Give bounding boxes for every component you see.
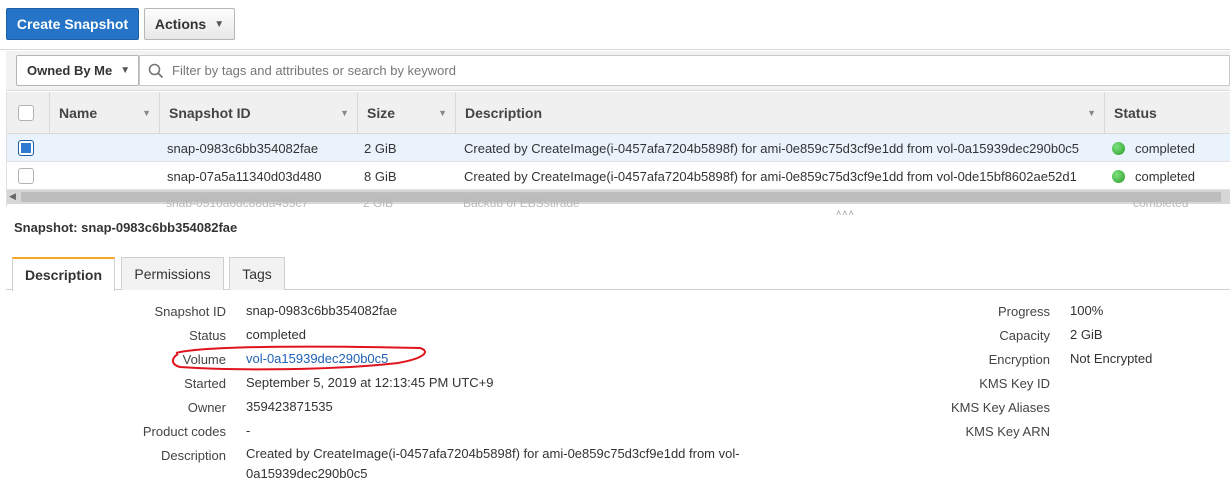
actions-button[interactable]: Actions ▼ [144, 8, 235, 40]
filter-bar: Owned By Me ▼ [6, 51, 1230, 91]
value-product-codes: - [246, 423, 251, 438]
label-status: Status [189, 328, 226, 343]
chevron-down-icon: ▼ [120, 65, 131, 76]
row-checkbox[interactable] [18, 140, 34, 156]
status-text: completed [1135, 168, 1195, 184]
row-checkbox[interactable] [18, 168, 34, 184]
label-kms-key-aliases: KMS Key Aliases [951, 400, 1050, 415]
label-description: Description [160, 448, 226, 463]
search-input[interactable] [172, 56, 1229, 85]
value-snapshot-id: snap-0983c6bb354082fae [246, 303, 398, 318]
volume-link[interactable]: vol-0a15939dec290b0c5 [246, 351, 388, 366]
cell-status: completed [1112, 134, 1195, 162]
cell-status: completed [1133, 196, 1189, 207]
cell-snapshot-id: snap-0983c6bb354082fae [167, 140, 319, 156]
actions-label: Actions [154, 16, 207, 32]
owned-by-me-dropdown[interactable]: Owned By Me ▼ [16, 55, 139, 86]
value-status: completed [246, 327, 306, 342]
snapshots-table: Name ▼ Snapshot ID ▼ Size ▼ Description ▼ St… [6, 92, 1230, 207]
column-header-status[interactable]: Status [1104, 92, 1230, 134]
sort-icon: ▼ [438, 108, 447, 118]
value-owner: 359423871535 [246, 399, 333, 414]
column-header-name[interactable]: Name ▼ [49, 92, 159, 134]
label-volume: Volume [182, 352, 226, 367]
cell-snapshot-id: snap-07a5a11340d03d480 [167, 168, 322, 184]
label-product-codes: Product codes [142, 424, 226, 439]
label-capacity: Capacity [999, 328, 1050, 343]
column-header-description[interactable]: Description ▼ [455, 92, 1104, 134]
table-row-partial: snap-0510a6dc88da455c7 2 GiB Backup of E… [6, 196, 1230, 207]
owned-by-me-label: Owned By Me [27, 63, 113, 78]
status-ok-icon [1112, 141, 1125, 155]
sort-icon: ▼ [340, 108, 349, 118]
tab-tags[interactable]: Tags [229, 257, 285, 290]
chevron-down-icon: ▼ [214, 18, 225, 30]
value-capacity: 2 GiB [1070, 327, 1103, 342]
value-description: Created by CreateImage(i-0457afa7204b589… [246, 446, 740, 481]
column-header-snapshot-id[interactable]: Snapshot ID ▼ [159, 92, 357, 134]
status-ok-icon [1112, 169, 1125, 183]
cell-size: 2 GiB [363, 196, 394, 207]
label-owner: Owner [187, 400, 226, 415]
tab-permissions[interactable]: Permissions [121, 257, 224, 290]
label-progress: Progress [997, 304, 1050, 319]
label-kms-key-arn: KMS Key ARN [965, 424, 1050, 439]
search-icon [148, 63, 164, 78]
label-encryption: Encryption [988, 352, 1050, 367]
label-started: Started [184, 376, 226, 391]
cell-status: completed [1112, 162, 1195, 190]
table-row[interactable]: snap-07a5a11340d03d480 8 GiB Created by … [7, 162, 1230, 190]
column-header-size[interactable]: Size ▼ [357, 92, 455, 134]
create-snapshot-button[interactable]: Create Snapshot [6, 8, 139, 40]
cell-description: Created by CreateImage(i-0457afa7204b589… [464, 168, 1077, 184]
select-all-checkbox[interactable] [18, 105, 34, 121]
sort-icon: ▼ [142, 108, 151, 118]
search-box [139, 55, 1230, 86]
value-progress: 100% [1070, 303, 1104, 318]
resize-handle-icon[interactable]: ˄˄˄ [836, 208, 855, 218]
tab-description[interactable]: Description [12, 257, 115, 291]
cell-description: Created by CreateImage(i-0457afa7204b589… [464, 140, 1080, 156]
cell-description: Backup of EBSstirage [463, 196, 580, 207]
table-row[interactable]: snap-0983c6bb354082fae 2 GiB Created by … [7, 134, 1230, 162]
cell-size: 8 GiB [364, 168, 397, 184]
label-kms-key-id: KMS Key ID [979, 376, 1050, 391]
value-started: September 5, 2019 at 12:13:45 PM UTC+9 [246, 375, 494, 390]
value-encryption: Not Encrypted [1070, 351, 1153, 366]
cell-snapshot-id: snap-0510a6dc88da455c7 [166, 196, 309, 207]
toolbar: Create Snapshot Actions ▼ [0, 0, 1230, 50]
status-text: completed [1135, 140, 1195, 156]
table-header: Name ▼ Snapshot ID ▼ Size ▼ Description ▼ St… [7, 92, 1230, 134]
sort-icon: ▼ [1087, 108, 1096, 118]
cell-size: 2 GiB [364, 140, 397, 156]
label-snapshot-id: Snapshot ID [154, 304, 226, 319]
detail-title: Snapshot: snap-0983c6bb354082fae [14, 220, 238, 235]
